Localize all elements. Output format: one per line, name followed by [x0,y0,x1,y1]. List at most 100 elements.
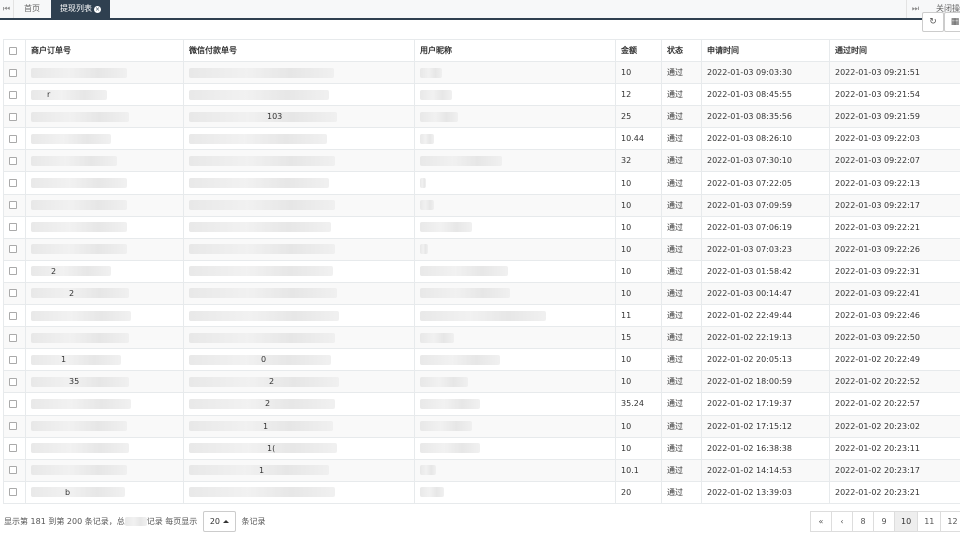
row-checkbox[interactable] [9,399,17,408]
row-select-cell[interactable] [3,149,26,173]
page-size-select[interactable]: 20 [202,511,236,532]
table-row[interactable]: 1 10.1 通过 2022-01-02 14:14:53 2022-01-02 20:… [3,458,960,482]
order-no-cell [25,237,184,261]
select-all-checkbox[interactable] [9,46,17,55]
page-button[interactable]: 11 [917,511,942,532]
table-row[interactable]: 103 25 通过 2022-01-03 08:35:56 2022-01-03 09:… [3,105,960,129]
nickname-cell [414,458,616,482]
table-row[interactable]: 35 2 10 通过 2022-01-02 18:00:59 2022-01-02 20:… [3,370,960,394]
row-select-cell[interactable] [3,348,26,372]
row-checkbox[interactable] [9,112,17,121]
row-select-cell[interactable] [3,193,26,217]
redacted-nickname [420,89,452,100]
col-status[interactable]: 状态 [661,39,702,62]
redacted-nickname [420,133,434,144]
table-row[interactable]: 1(10 通过 2022-01-02 16:38:38 2022-01-02 20:2… [3,436,960,460]
row-checkbox[interactable] [9,377,17,386]
select-all-cell[interactable] [3,39,26,62]
order-no-fragment: r [47,90,51,100]
tab-home[interactable]: 首页 [14,0,51,18]
table-row[interactable]: b 20 通过 2022-01-02 13:39:03 2022-01-02 20:23… [3,480,960,504]
row-select-cell[interactable] [3,259,26,283]
first-page-button[interactable]: « [810,511,832,532]
table-row[interactable]: 1 10 通过 2022-01-02 17:15:12 2022-01-02 20:23… [3,414,960,438]
table-row[interactable]: 2 35.24 通过 2022-01-02 17:19:37 2022-01-02 20… [3,392,960,416]
scroll-left-icon[interactable]: ⏮ [0,0,14,18]
tab-withdraw-list[interactable]: 提现列表 × [51,0,110,18]
row-checkbox[interactable] [9,245,17,254]
table-row[interactable]: 2 10 通过 2022-01-03 01:58:42 2022-01-03 09:22… [3,259,960,283]
row-select-cell[interactable] [3,480,26,504]
table-row[interactable]: 10 通过 2022-01-03 07:22:05 2022-01-03 09:22:… [3,171,960,195]
row-checkbox[interactable] [9,134,17,143]
row-checkbox[interactable] [9,223,17,232]
col-approved-time[interactable]: 通过时间 [829,39,960,62]
row-select-cell[interactable] [3,171,26,195]
row-checkbox[interactable] [9,68,17,77]
close-tab-icon[interactable]: × [94,6,101,13]
row-select-cell[interactable] [3,370,26,394]
row-select-cell[interactable] [3,458,26,482]
order-no-cell [25,392,184,416]
row-select-cell[interactable] [3,281,26,306]
row-checkbox[interactable] [9,311,17,320]
table-row[interactable]: 2 10 通过 2022-01-03 00:14:47 2022-01-03 09:22… [3,281,960,306]
row-checkbox[interactable] [9,289,17,298]
row-select-cell[interactable] [3,105,26,129]
table-row[interactable]: r 12 通过 2022-01-03 08:45:55 2022-01-03 09:21… [3,83,960,107]
amount-cell: 10 [615,281,662,306]
table-row[interactable]: 32 通过 2022-01-03 07:30:10 2022-01-03 09:22:… [3,149,960,173]
row-select-cell[interactable] [3,414,26,438]
amount-cell: 10.1 [615,458,662,482]
columns-button[interactable]: ▦ [944,12,960,32]
row-checkbox[interactable] [9,267,17,276]
col-applied-time[interactable]: 申请时间 [701,39,830,62]
page-button[interactable]: 8 [852,511,874,532]
table-row[interactable]: 10.44 通过 2022-01-03 08:26:10 2022-01-03 09:… [3,127,960,151]
row-checkbox[interactable] [9,90,17,99]
nickname-cell [414,171,616,195]
row-checkbox[interactable] [9,179,17,188]
applied-time-cell: 2022-01-02 22:19:13 [701,326,830,350]
table-row[interactable]: 11 通过 2022-01-02 22:49:44 2022-01-03 09:22:… [3,304,960,328]
page-button[interactable]: 9 [873,511,895,532]
row-checkbox[interactable] [9,488,17,497]
table-row[interactable]: 10 通过 2022-01-03 07:03:23 2022-01-03 09:22:… [3,237,960,261]
prev-page-button[interactable]: ‹ [831,511,853,532]
row-checkbox[interactable] [9,156,17,165]
table-row[interactable]: 10 通过 2022-01-03 09:03:30 2022-01-03 09:21:… [3,60,960,85]
row-checkbox[interactable] [9,333,17,342]
row-select-cell[interactable] [3,83,26,107]
row-select-cell[interactable] [3,60,26,85]
order-no-fragment: 1 [61,355,67,365]
col-amount[interactable]: 金额 [615,39,662,62]
row-select-cell[interactable] [3,304,26,328]
applied-time-cell: 2022-01-03 07:06:19 [701,215,830,239]
col-nickname[interactable]: 用户昵称 [414,39,616,62]
table-row[interactable]: 1 0 10 通过 2022-01-02 20:05:13 2022-01-02 20:2… [3,348,960,372]
col-payment-no[interactable]: 微信付款单号 [183,39,415,62]
row-select-cell[interactable] [3,326,26,350]
row-checkbox[interactable] [9,355,17,364]
table-row[interactable]: 10 通过 2022-01-03 07:06:19 2022-01-03 09:22:… [3,215,960,239]
row-select-cell[interactable] [3,237,26,261]
applied-time-cell: 2022-01-03 08:45:55 [701,83,830,107]
current-page-button[interactable]: 10 [894,511,919,532]
table-row[interactable]: 15 通过 2022-01-02 22:19:13 2022-01-03 09:22:… [3,326,960,350]
row-checkbox[interactable] [9,201,17,210]
page-button[interactable]: 12 [940,511,960,532]
nickname-cell [414,259,616,283]
table-row[interactable]: 10 通过 2022-01-03 07:09:59 2022-01-03 09:22:… [3,193,960,217]
applied-time-cell: 2022-01-02 17:19:37 [701,392,830,416]
row-select-cell[interactable] [3,127,26,151]
refresh-button[interactable]: ↻ [922,12,944,32]
approved-time-cell: 2022-01-02 20:22:49 [829,348,960,372]
row-checkbox[interactable] [9,444,17,453]
page-size-value: 20 [209,517,220,526]
row-select-cell[interactable] [3,436,26,460]
row-select-cell[interactable] [3,215,26,239]
col-order-no[interactable]: 商户订单号 [25,39,184,62]
row-select-cell[interactable] [3,392,26,416]
row-checkbox[interactable] [9,422,17,431]
row-checkbox[interactable] [9,466,17,475]
